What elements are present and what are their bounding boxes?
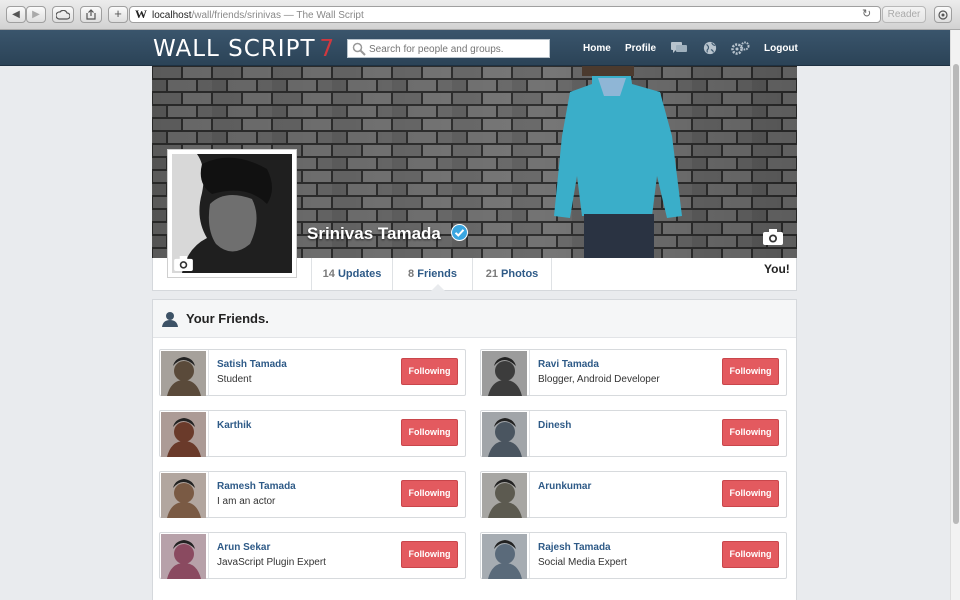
friend-card: Ramesh Tamada I am an actor Following xyxy=(159,471,466,518)
tab-photos-label: Photos xyxy=(501,268,539,280)
friend-description: Student xyxy=(217,374,252,385)
reload-icon[interactable]: ↻ xyxy=(862,8,871,20)
friend-name[interactable]: Dinesh xyxy=(538,420,571,431)
following-button[interactable]: Following xyxy=(401,358,458,385)
card-divider xyxy=(208,472,209,517)
browser-toolbar: ◀ ▶ + Wlocalhost/wall/friends/srinivas —… xyxy=(0,0,960,30)
friend-description: JavaScript Plugin Expert xyxy=(217,557,326,568)
address-path: /wall/friends/srinivas xyxy=(191,10,281,21)
back-icon[interactable]: ◀ xyxy=(6,6,26,23)
new-tab-icon[interactable]: + xyxy=(108,6,128,23)
friend-card: Rajesh Tamada Social Media Expert Followin… xyxy=(480,532,787,579)
card-divider xyxy=(529,411,530,456)
nav-home[interactable]: Home xyxy=(583,43,611,54)
friend-avatar[interactable] xyxy=(161,473,206,518)
settings-gear-icon[interactable] xyxy=(731,41,750,55)
friend-name[interactable]: Ramesh Tamada xyxy=(217,481,296,492)
card-divider xyxy=(208,350,209,395)
share-icon[interactable] xyxy=(80,6,102,23)
friend-card: Arun Sekar JavaScript Plugin Expert Follow… xyxy=(159,532,466,579)
logo[interactable]: WALL SCRIPT 7 xyxy=(153,36,335,62)
friend-avatar[interactable] xyxy=(161,412,206,457)
address-bar[interactable]: Wlocalhost/wall/friends/srinivas — The W… xyxy=(129,6,881,23)
scrollbar[interactable] xyxy=(950,30,960,600)
search-input[interactable] xyxy=(369,42,547,56)
friend-name[interactable]: Rajesh Tamada xyxy=(538,542,611,553)
friend-card: Karthik Following xyxy=(159,410,466,457)
tab-photos-count: 21 xyxy=(485,268,498,280)
profile-name[interactable]: Srinivas Tamada xyxy=(307,224,441,244)
tab-updates[interactable]: 14 Updates xyxy=(311,258,392,290)
site-favicon: W xyxy=(135,7,147,21)
card-divider xyxy=(208,411,209,456)
forward-icon[interactable]: ▶ xyxy=(26,6,46,23)
user-icon xyxy=(162,312,178,327)
friend-avatar[interactable] xyxy=(482,412,527,457)
friend-avatar[interactable] xyxy=(482,351,527,396)
following-button[interactable]: Following xyxy=(722,358,779,385)
page-title: — The Wall Script xyxy=(280,10,364,21)
friends-title: Your Friends. xyxy=(186,311,269,326)
friend-avatar[interactable] xyxy=(161,351,206,396)
friend-avatar[interactable] xyxy=(482,473,527,518)
scrollbar-thumb[interactable] xyxy=(953,64,959,524)
messages-icon[interactable] xyxy=(671,41,687,55)
following-button[interactable]: Following xyxy=(401,419,458,446)
friend-name[interactable]: Arun Sekar xyxy=(217,542,270,553)
friends-panel-header: Your Friends. xyxy=(153,300,796,338)
search-box xyxy=(347,39,550,58)
address-host: localhost xyxy=(152,10,192,21)
friend-name[interactable]: Arunkumar xyxy=(538,481,591,492)
reader-button[interactable]: Reader xyxy=(882,6,926,23)
tab-updates-count: 14 xyxy=(322,268,335,280)
friend-name[interactable]: Satish Tamada xyxy=(217,359,287,370)
friend-description: Blogger, Android Developer xyxy=(538,374,660,385)
card-divider xyxy=(529,350,530,395)
friend-card: Ravi Tamada Blogger, Android Developer Fol… xyxy=(480,349,787,396)
friend-card: Dinesh Following xyxy=(480,410,787,457)
following-button[interactable]: Following xyxy=(722,419,779,446)
search-icon xyxy=(352,42,366,56)
cover-camera-icon[interactable] xyxy=(763,229,783,245)
app-header: WALL SCRIPT7 Home Profile Logout xyxy=(0,30,950,66)
following-button[interactable]: Following xyxy=(722,480,779,507)
friend-description: Social Media Expert xyxy=(538,557,627,568)
avatar-camera-icon[interactable] xyxy=(174,256,193,271)
following-button[interactable]: Following xyxy=(722,541,779,568)
active-tab-indicator xyxy=(431,284,445,291)
logo-version: 7 xyxy=(319,36,336,62)
friend-card: Satish Tamada Student Following xyxy=(159,349,466,396)
logo-text: WALL SCRIPT xyxy=(153,36,316,62)
following-button[interactable]: Following xyxy=(401,480,458,507)
you-label: You! xyxy=(764,262,790,276)
friend-name[interactable]: Karthik xyxy=(217,420,251,431)
nav-logout[interactable]: Logout xyxy=(764,43,798,54)
following-button[interactable]: Following xyxy=(401,541,458,568)
tab-friends-label: Friends xyxy=(417,268,457,280)
verified-badge-icon xyxy=(451,224,468,241)
card-divider xyxy=(529,472,530,517)
friend-name[interactable]: Ravi Tamada xyxy=(538,359,599,370)
tab-friends-count: 8 xyxy=(408,268,415,280)
friend-card: Arunkumar Following xyxy=(480,471,787,518)
globe-icon[interactable] xyxy=(702,41,718,55)
download-icon[interactable] xyxy=(934,6,952,23)
card-divider xyxy=(529,533,530,578)
tab-updates-label: Updates xyxy=(337,268,382,280)
card-divider xyxy=(208,533,209,578)
cloud-icon[interactable] xyxy=(52,6,74,23)
tab-photos[interactable]: 21 Photos xyxy=(472,258,552,290)
friend-description: I am an actor xyxy=(217,496,276,507)
friend-avatar[interactable] xyxy=(161,534,206,579)
nav-profile[interactable]: Profile xyxy=(625,43,656,54)
friend-avatar[interactable] xyxy=(482,534,527,579)
